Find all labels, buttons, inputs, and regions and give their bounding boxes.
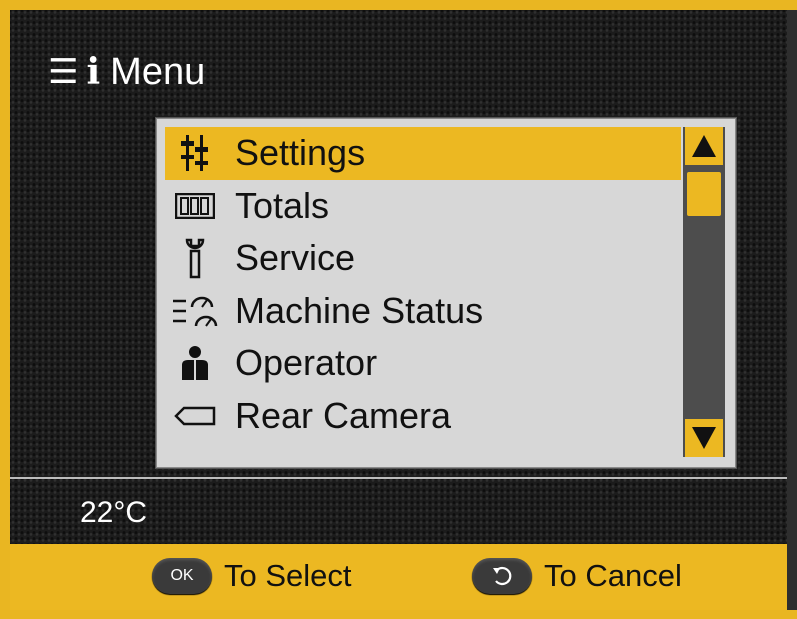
info-icon: i [86, 51, 101, 93]
arrow-up-icon [692, 135, 716, 157]
camera-icon [165, 405, 225, 427]
menu-list: Settings Totals Service Machine Status O… [165, 127, 681, 442]
menu-panel: Settings Totals Service Machine Status O… [156, 118, 736, 468]
menu-item-service[interactable]: Service [165, 232, 681, 285]
cancel-button[interactable] [472, 558, 532, 594]
wrench-icon [165, 237, 225, 279]
ok-button-label: OK [170, 567, 194, 584]
menu-item-label: Operator [235, 342, 378, 384]
menu-item-totals[interactable]: Totals [165, 180, 681, 233]
cancel-label: To Cancel [544, 558, 682, 593]
menu-list-icon: ☰ [48, 53, 79, 91]
cancel-hint: To Cancel [472, 558, 682, 594]
select-label: To Select [224, 558, 352, 593]
operator-icon [165, 345, 225, 381]
menu-item-label: Service [235, 237, 356, 279]
select-hint: OK To Select [152, 558, 352, 594]
display-screen: ☰ i Menu Settings Totals Service Machine… [10, 10, 797, 610]
undo-icon [493, 566, 512, 586]
ok-button[interactable]: OK [152, 558, 212, 594]
counter-icon [165, 192, 225, 219]
menu-item-label: Machine Status [235, 289, 484, 331]
menu-item-rear-camera[interactable]: Rear Camera [165, 390, 681, 443]
menu-item-label: Rear Camera [235, 394, 452, 436]
menu-item-machine-status[interactable]: Machine Status [165, 285, 681, 338]
scroll-thumb[interactable] [687, 172, 721, 216]
menu-item-label: Settings [235, 132, 366, 174]
footer-bar: OK To Select To Cancel [10, 544, 797, 610]
settings-sliders-icon [165, 133, 225, 173]
menu-item-label: Totals [235, 184, 330, 226]
menu-scrollbar[interactable] [683, 127, 725, 457]
arrow-down-icon [692, 427, 716, 449]
menu-item-operator[interactable]: Operator [165, 337, 681, 390]
scroll-down-button[interactable] [685, 419, 723, 457]
menu-header: ☰ i Menu [48, 46, 205, 98]
gauges-icon [165, 293, 225, 329]
menu-item-settings[interactable]: Settings [165, 127, 681, 180]
screen-edge [787, 10, 797, 610]
temperature-readout: 22°C [80, 496, 148, 529]
status-divider [10, 477, 797, 479]
page-title: Menu [110, 51, 206, 93]
scroll-up-button[interactable] [685, 127, 723, 165]
